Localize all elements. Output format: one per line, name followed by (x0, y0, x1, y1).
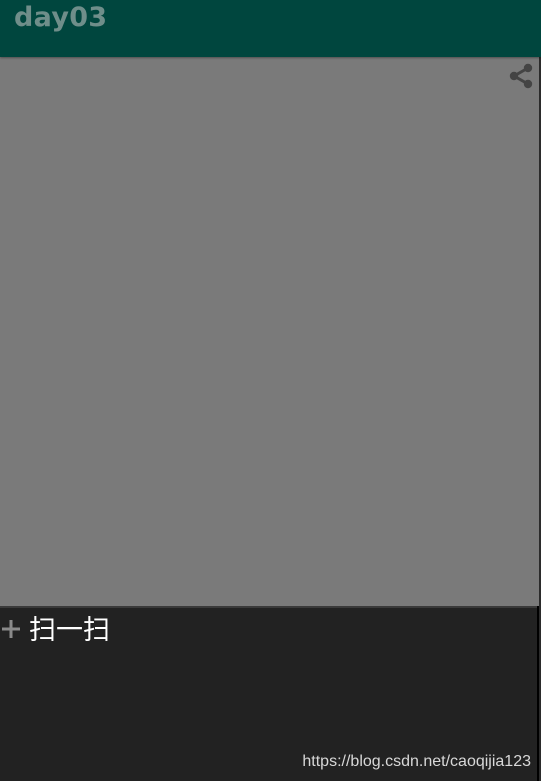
plus-icon[interactable] (0, 618, 22, 640)
watermark-text: https://blog.csdn.net/caoqijia123 (302, 753, 531, 770)
scan-button[interactable]: 扫一扫 (29, 615, 110, 647)
share-icon[interactable] (506, 61, 536, 91)
content-area (0, 57, 539, 606)
app-bar: day03 (0, 0, 541, 57)
app-title: day03 (14, 2, 108, 33)
